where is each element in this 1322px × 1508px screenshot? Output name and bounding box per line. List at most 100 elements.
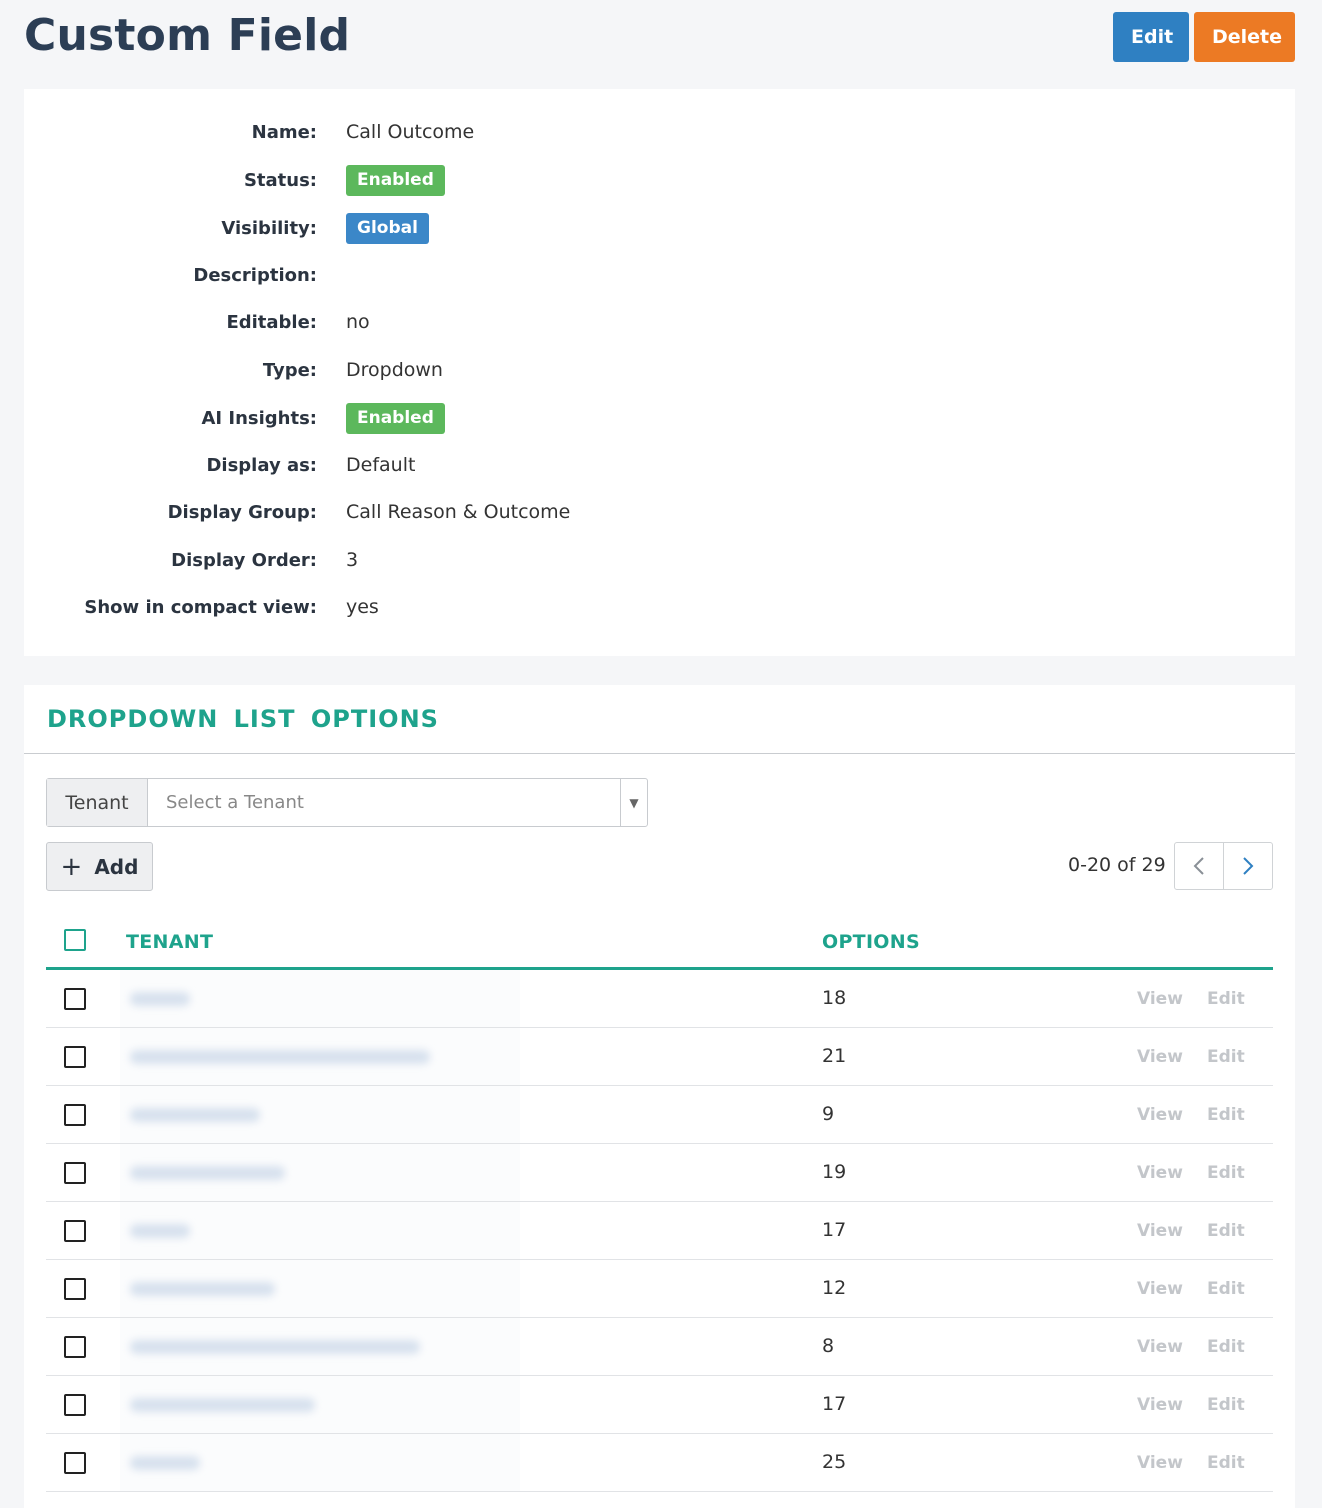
tenant-filter: Tenant Select a Tenant ▼ <box>46 778 648 827</box>
detail-row-description: Description: <box>24 260 1295 290</box>
tenant-name-redacted <box>120 1028 520 1085</box>
compact-view-label: Show in compact view: <box>84 596 317 618</box>
display-group-label: Display Group: <box>167 501 317 523</box>
view-link[interactable]: View <box>1137 989 1183 1009</box>
tenant-name-redacted <box>120 1086 520 1143</box>
display-as-label: Display as: <box>206 454 317 476</box>
tenant-name-redacted <box>120 1376 520 1433</box>
type-label: Type: <box>262 359 317 381</box>
edit-link[interactable]: Edit <box>1207 1453 1245 1473</box>
table-header: TENANT OPTIONS <box>46 915 1273 970</box>
row-checkbox[interactable] <box>64 1046 86 1068</box>
tenant-name-redacted <box>120 970 520 1027</box>
row-checkbox[interactable] <box>64 1220 86 1242</box>
row-checkbox[interactable] <box>64 1104 86 1126</box>
row-checkbox[interactable] <box>64 1452 86 1474</box>
edit-link[interactable]: Edit <box>1207 1337 1245 1357</box>
next-page-button[interactable] <box>1223 843 1272 889</box>
ai-insights-value: Enabled <box>346 402 445 434</box>
view-link[interactable]: View <box>1137 1395 1183 1415</box>
editable-label: Editable: <box>226 311 317 333</box>
table-row[interactable]: 25 View Edit <box>46 1434 1273 1492</box>
row-checkbox[interactable] <box>64 1336 86 1358</box>
delete-button[interactable]: Delete <box>1194 12 1295 62</box>
options-count: 18 <box>822 987 847 1009</box>
description-label: Description: <box>193 264 317 286</box>
options-count: 21 <box>822 1045 847 1067</box>
edit-button[interactable]: Edit <box>1113 12 1189 62</box>
detail-row-display-group: Display Group: Call Reason & Outcome <box>24 497 1295 527</box>
table-row[interactable]: 18 View Edit <box>46 970 1273 1028</box>
tenant-addon-label: Tenant <box>47 779 148 826</box>
view-link[interactable]: View <box>1137 1337 1183 1357</box>
table-body: 18 View Edit 21 View Edit 9 View Edit 19 View Edit 1… <box>46 970 1273 1492</box>
col-tenant[interactable]: TENANT <box>126 931 213 953</box>
table-row[interactable]: 21 View Edit <box>46 1028 1273 1086</box>
row-checkbox[interactable] <box>64 1278 86 1300</box>
compact-view-value: yes <box>346 596 379 618</box>
table-row[interactable]: 8 View Edit <box>46 1318 1273 1376</box>
details-panel: Name: Call Outcome Status: Enabled Visib… <box>24 89 1295 656</box>
view-link[interactable]: View <box>1137 1453 1183 1473</box>
table-row[interactable]: 19 View Edit <box>46 1144 1273 1202</box>
detail-row-name: Name: Call Outcome <box>24 117 1295 147</box>
options-count: 12 <box>822 1277 847 1299</box>
prev-page-button[interactable] <box>1175 843 1223 889</box>
table-row[interactable]: 17 View Edit <box>46 1202 1273 1260</box>
name-value: Call Outcome <box>346 121 475 143</box>
view-link[interactable]: View <box>1137 1221 1183 1241</box>
table-row[interactable]: 17 View Edit <box>46 1376 1273 1434</box>
tenant-name-redacted <box>120 1318 520 1375</box>
page-title: Custom Field <box>24 10 351 61</box>
edit-link[interactable]: Edit <box>1207 1047 1245 1067</box>
ai-insights-label: AI Insights: <box>201 407 317 429</box>
detail-row-visibility: Visibility: Global <box>24 212 1295 244</box>
tenant-name-redacted <box>120 1434 520 1491</box>
pagination <box>1174 842 1273 890</box>
plus-icon: + <box>60 851 83 882</box>
display-order-label: Display Order: <box>171 549 317 571</box>
ai-insights-badge: Enabled <box>346 402 445 434</box>
options-table: TENANT OPTIONS 18 View Edit 21 View Edit 9 View… <box>46 915 1273 1492</box>
detail-row-type: Type: Dropdown <box>24 355 1295 385</box>
display-order-value: 3 <box>346 549 359 571</box>
view-link[interactable]: View <box>1137 1279 1183 1299</box>
visibility-badge: Global <box>346 212 429 244</box>
view-link[interactable]: View <box>1137 1105 1183 1125</box>
edit-link[interactable]: Edit <box>1207 1395 1245 1415</box>
options-count: 17 <box>822 1393 847 1415</box>
caret-down-icon[interactable]: ▼ <box>620 779 647 826</box>
options-count: 17 <box>822 1219 847 1241</box>
row-checkbox[interactable] <box>64 1162 86 1184</box>
section-title: DROPDOWN LIST OPTIONS <box>47 705 439 733</box>
type-value: Dropdown <box>346 359 443 381</box>
edit-link[interactable]: Edit <box>1207 1279 1245 1299</box>
edit-link[interactable]: Edit <box>1207 1163 1245 1183</box>
dropdown-options-panel: DROPDOWN LIST OPTIONS Tenant Select a Te… <box>24 685 1295 1508</box>
edit-link[interactable]: Edit <box>1207 1105 1245 1125</box>
select-all-checkbox[interactable] <box>64 929 86 951</box>
table-row[interactable]: 12 View Edit <box>46 1260 1273 1318</box>
detail-row-editable: Editable: no <box>24 307 1295 337</box>
edit-link[interactable]: Edit <box>1207 989 1245 1009</box>
visibility-value: Global <box>346 212 429 244</box>
detail-row-display-as: Display as: Default <box>24 450 1295 480</box>
table-row[interactable]: 9 View Edit <box>46 1086 1273 1144</box>
row-checkbox[interactable] <box>64 988 86 1010</box>
options-count: 19 <box>822 1161 847 1183</box>
editable-value: no <box>346 311 370 333</box>
add-button[interactable]: + Add <box>46 842 153 891</box>
tenant-select[interactable]: Select a Tenant <box>148 779 620 826</box>
col-options[interactable]: OPTIONS <box>822 931 920 953</box>
view-link[interactable]: View <box>1137 1163 1183 1183</box>
view-link[interactable]: View <box>1137 1047 1183 1067</box>
name-label: Name: <box>251 121 317 143</box>
options-count: 9 <box>822 1103 835 1125</box>
detail-row-ai-insights: AI Insights: Enabled <box>24 402 1295 434</box>
chevron-left-icon <box>1193 857 1204 875</box>
chevron-right-icon <box>1243 857 1254 875</box>
edit-link[interactable]: Edit <box>1207 1221 1245 1241</box>
row-checkbox[interactable] <box>64 1394 86 1416</box>
options-count: 25 <box>822 1451 847 1473</box>
tenant-name-redacted <box>120 1144 520 1201</box>
